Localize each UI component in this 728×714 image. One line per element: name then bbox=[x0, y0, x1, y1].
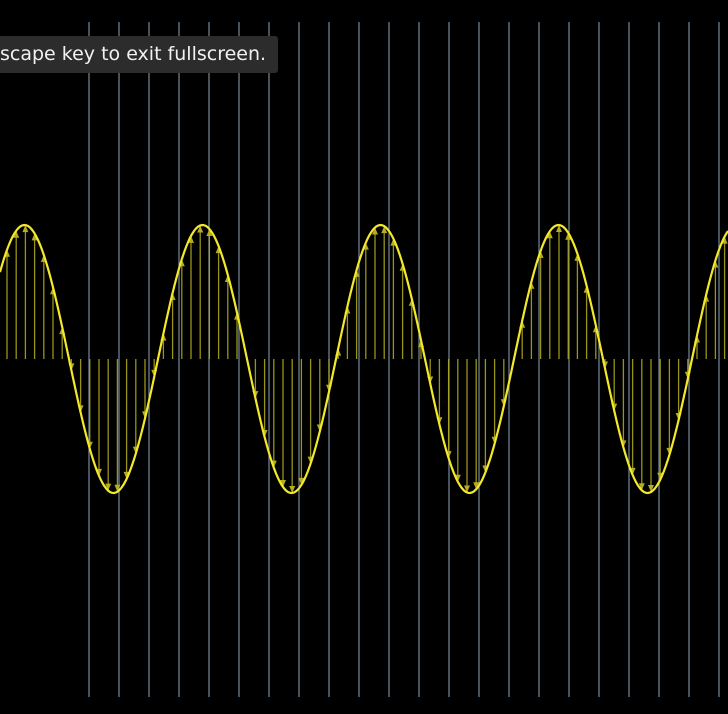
notification-message: scape key to exit fullscreen. bbox=[0, 43, 267, 65]
vertical-grid-lines bbox=[88, 22, 720, 697]
sample-arrows bbox=[4, 225, 728, 493]
fullscreen-exit-notification: scape key to exit fullscreen. bbox=[0, 36, 279, 73]
waveform-canvas bbox=[0, 22, 728, 697]
waveform-curve bbox=[0, 223, 728, 495]
waveform bbox=[0, 223, 728, 495]
